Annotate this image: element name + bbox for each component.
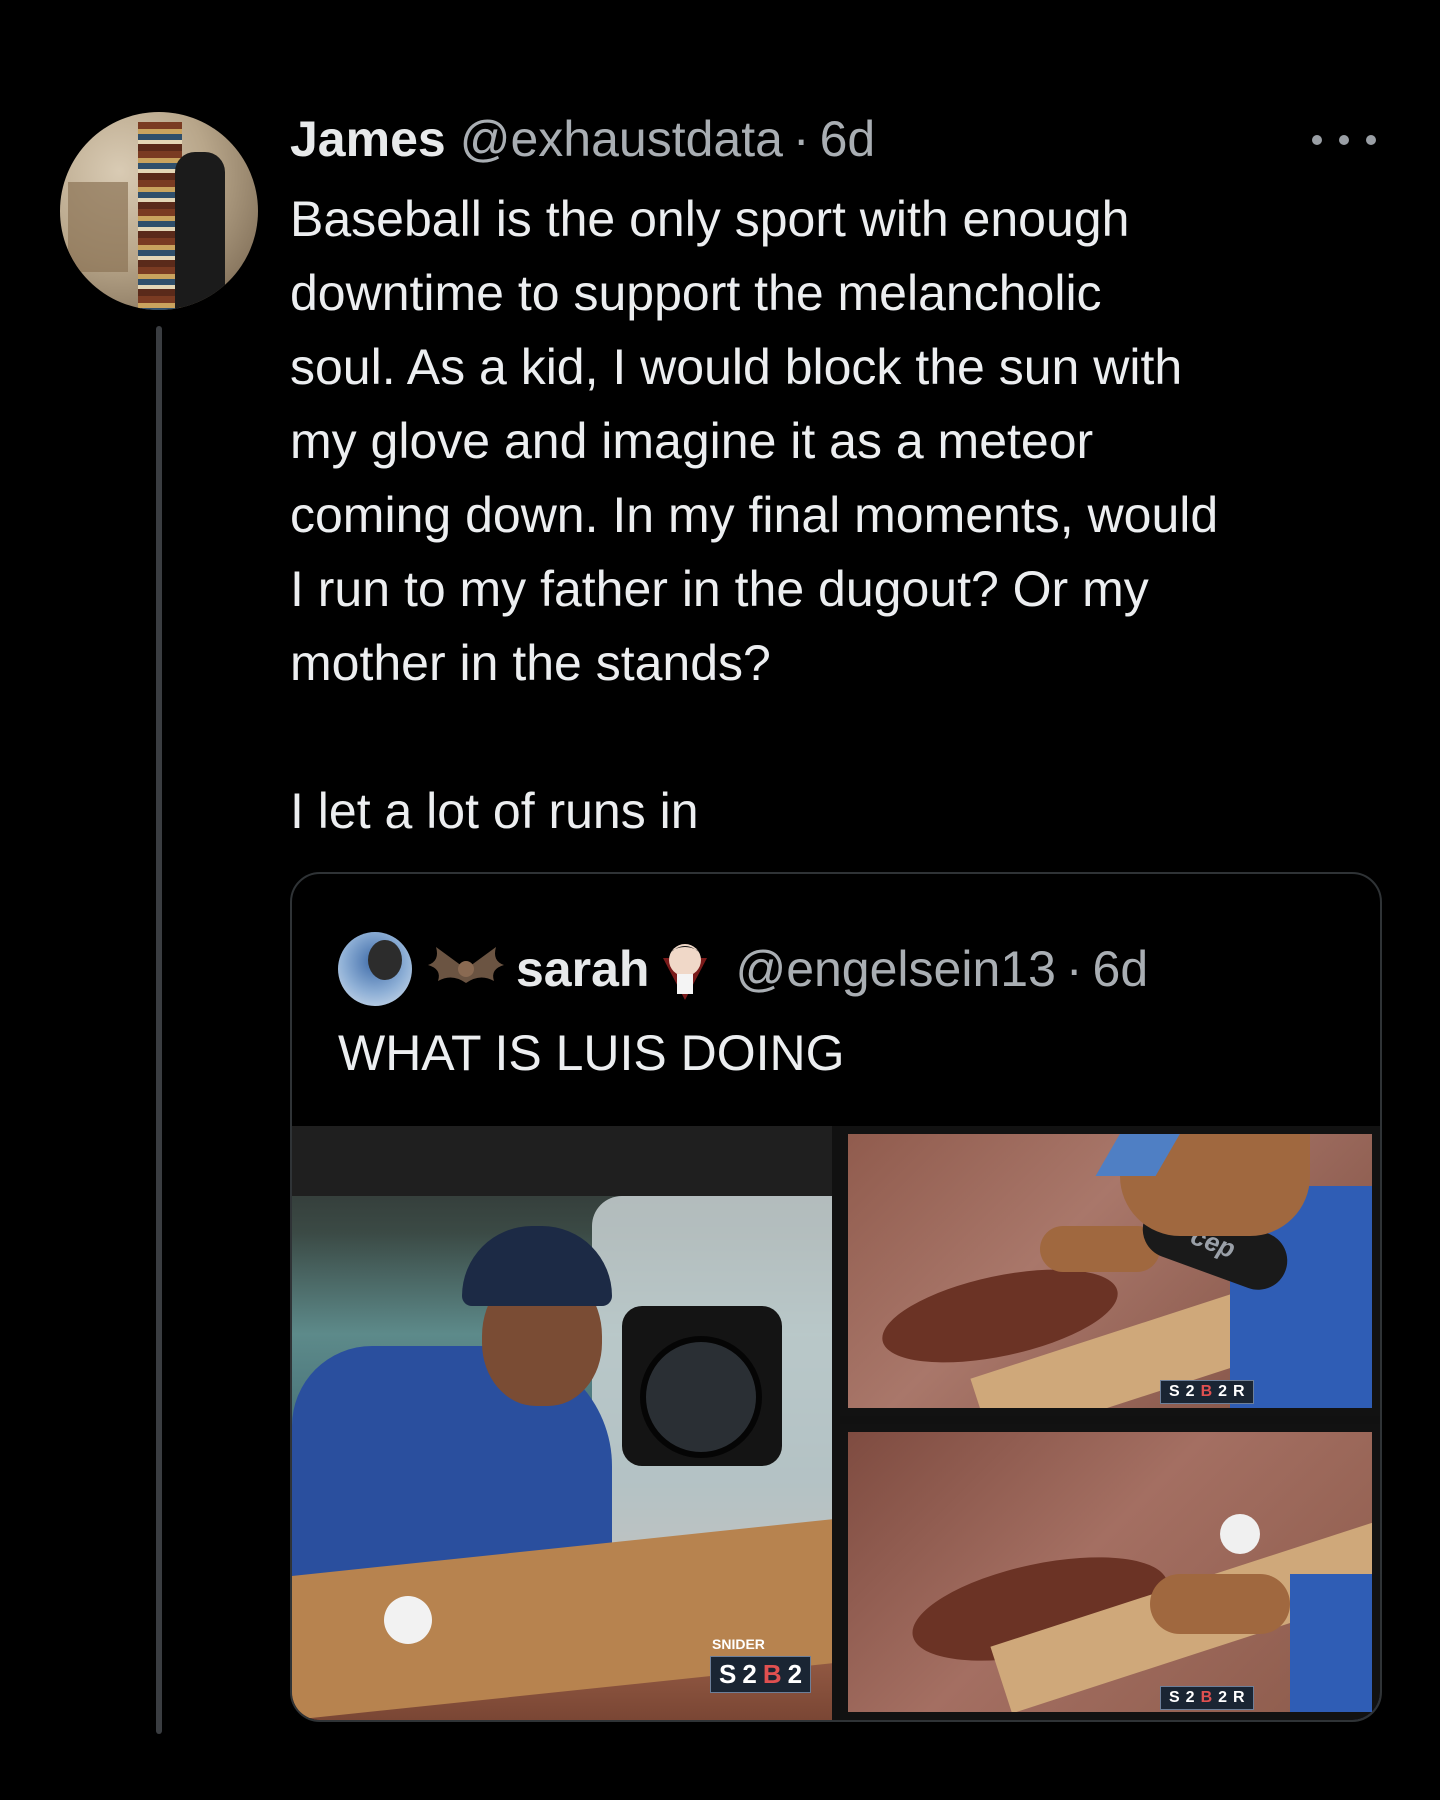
author-name[interactable]: James xyxy=(290,110,446,168)
separator-dot: · xyxy=(792,111,810,167)
score-team-b: B xyxy=(1200,1689,1213,1706)
quote-header: sarah @engelsein13 · 6d xyxy=(338,932,1148,1006)
score-team-a: S xyxy=(1169,1383,1180,1400)
score-team-b: B xyxy=(1200,1383,1213,1400)
more-dot xyxy=(1312,135,1322,145)
tv-camera xyxy=(622,1306,782,1466)
tweet-time[interactable]: 6d xyxy=(820,110,876,168)
media-image-3[interactable]: S 2 B 2 R xyxy=(840,1424,1380,1720)
scoreboard-bug: S 2 B 2 R xyxy=(1160,1380,1254,1404)
tweet-header: James @exhaustdata · 6d xyxy=(290,110,875,170)
quote-author-handle[interactable]: @engelsein13 xyxy=(735,940,1055,998)
scoreboard-label: SNIDER xyxy=(712,1636,765,1652)
avatar-person xyxy=(175,152,225,310)
score-suffix: R xyxy=(1233,1689,1245,1706)
quote-author-avatar[interactable] xyxy=(338,932,412,1006)
score-team-a: S xyxy=(719,1659,737,1689)
more-dot xyxy=(1366,135,1376,145)
media-image-2[interactable]: cep S 2 B 2 R xyxy=(840,1126,1380,1416)
score-a: 2 xyxy=(1185,1383,1195,1400)
more-options-icon[interactable] xyxy=(1312,124,1376,156)
author-avatar[interactable] xyxy=(60,112,258,310)
scoreboard-bug: S 2 B 2 R xyxy=(1160,1686,1254,1710)
player-hand xyxy=(1150,1574,1290,1634)
scoreboard-bug: S 2 B 2 xyxy=(710,1656,812,1693)
score-b: 2 xyxy=(787,1659,803,1689)
player-cap xyxy=(462,1226,612,1306)
quote-tweet[interactable]: sarah @engelsein13 · 6d WHAT IS LUIS DOI… xyxy=(290,872,1382,1722)
dugout-roof xyxy=(292,1126,832,1196)
quote-media-grid: S 2 B 2 SNIDER cep S 2 B 2 R S 2 B 2 R xyxy=(292,1126,1380,1720)
quote-author-name[interactable]: sarah xyxy=(516,940,649,998)
baseball xyxy=(1220,1514,1260,1554)
more-dot xyxy=(1339,135,1349,145)
player-shirt xyxy=(1290,1574,1380,1720)
media-image-1[interactable]: S 2 B 2 SNIDER xyxy=(292,1126,832,1720)
tweet-text: Baseball is the only sport with enough d… xyxy=(290,191,1219,839)
quote-time[interactable]: 6d xyxy=(1093,940,1149,998)
thread-line xyxy=(156,326,162,1734)
score-team-b: B xyxy=(762,1659,782,1689)
baseball xyxy=(384,1596,432,1644)
avatar-shelf xyxy=(68,182,128,272)
score-suffix: R xyxy=(1233,1383,1245,1400)
score-b: 2 xyxy=(1218,1383,1228,1400)
quote-separator-dot: · xyxy=(1065,941,1083,997)
score-a: 2 xyxy=(742,1659,757,1689)
score-b: 2 xyxy=(1218,1689,1228,1706)
author-handle[interactable]: @exhaustdata xyxy=(460,110,783,168)
bat-emoji-icon xyxy=(428,947,504,983)
quote-text: WHAT IS LUIS DOING xyxy=(338,1025,845,1081)
score-a: 2 xyxy=(1185,1689,1195,1706)
score-team-a: S xyxy=(1169,1689,1180,1706)
vampire-emoji-icon xyxy=(663,944,708,1000)
